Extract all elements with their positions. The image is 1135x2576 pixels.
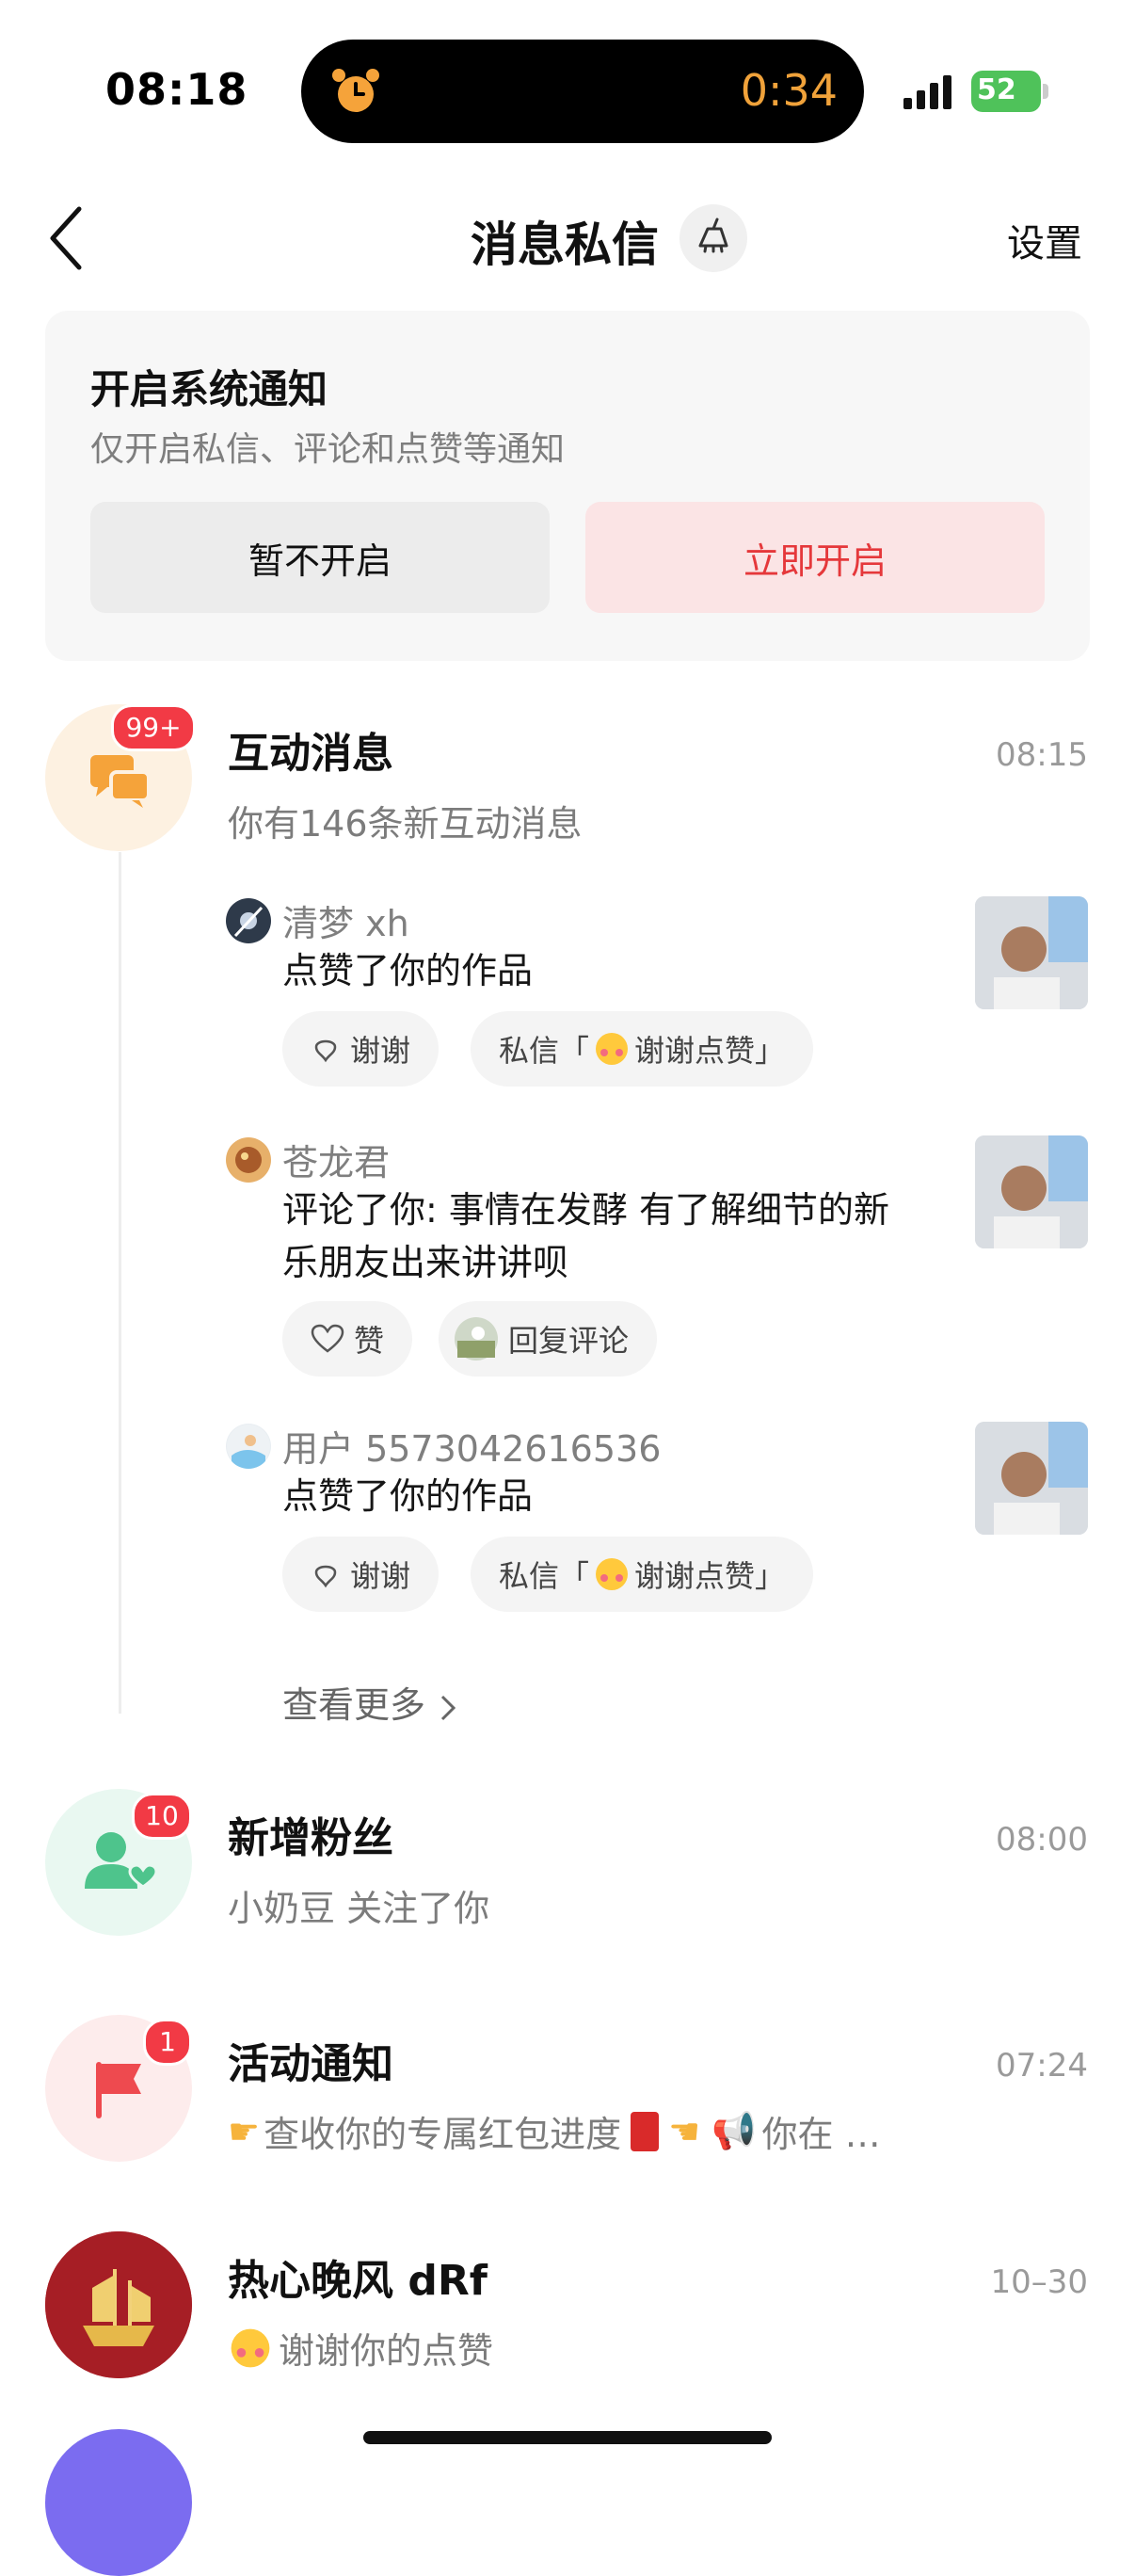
page-title: 消息私信 [471,217,659,272]
new-fans-title: 新增粉丝 [228,1814,393,1862]
timer-readout: 0:34 [740,65,838,116]
blush-emoji-icon [596,1033,629,1065]
user-name[interactable]: 苍龙君 [282,1134,390,1185]
back-arrow-icon[interactable] [47,205,85,271]
user-name[interactable]: 清梦 xh [282,894,409,946]
view-more-label: 查看更多 [282,1684,426,1726]
notification-card-subtitle: 仅开启私信、评论和点赞等通知 [90,430,566,469]
video-thumbnail[interactable] [975,896,1088,1009]
avatar-image-icon [233,906,264,938]
dm-thanks-button[interactable]: 私信「 谢谢点赞」 [471,1011,814,1087]
battery-cap [1043,84,1048,99]
video-thumbnail-image [975,896,1088,1009]
reply-avatar-icon [455,1317,498,1360]
dm-suffix: 谢谢点赞」 [634,1558,786,1594]
like-label: 赞 [354,1323,385,1359]
user-name[interactable]: 用户 5573042616536 [282,1420,661,1472]
status-time: 08:18 [105,64,248,115]
dm-prefix: 私信「 [499,1033,590,1069]
home-indicator[interactable] [363,2431,772,2444]
activity-time: 07:24 [996,2047,1088,2085]
blush-emoji-icon [596,1558,629,1590]
thanks-label: 谢谢 [350,1558,411,1594]
activity-badge: 1 [143,2019,192,2066]
activity-subtitle: ☛ 查收你的专属红包进度 ☚ 📢 你在 … [228,2105,990,2157]
reply-comment-button[interactable]: 回复评论 [439,1301,658,1377]
video-thumbnail-image [975,1135,1088,1248]
like-comment-button[interactable]: 赞 [282,1301,413,1377]
not-now-button[interactable]: 暂不开启 [90,502,550,613]
new-fans-subtitle: 小奶豆 关注了你 [228,1888,490,1929]
action-text: 点赞了你的作品 [282,1475,534,1517]
new-fans-badge: 10 [132,1793,192,1840]
avatar-image-icon [227,1425,270,1469]
activity-subtitle-text: 查收你的专属红包进度 [264,2114,622,2155]
red-envelope-icon [631,2111,660,2151]
cellular-signal-icon [903,75,951,109]
user-avatar[interactable] [226,898,271,943]
golden-ship-avatar-icon [45,2231,192,2378]
settings-link[interactable]: 设置 [1007,213,1082,267]
pointing-hand-icon: ☛ [228,2110,261,2152]
clear-unread-button[interactable] [679,204,747,272]
dynamic-island[interactable]: 0:34 [301,40,864,143]
blush-emoji-icon [231,2328,270,2367]
action-text: 评论了你: 事情在发酵 有了解细节的新乐朋友出来讲讲呗 [282,1189,889,1283]
chat-time: 10–30 [990,2263,1088,2301]
dm-suffix: 谢谢点赞」 [634,1033,786,1069]
new-fans-time: 08:00 [996,1821,1088,1859]
pointing-hand-left-icon: ☚ [668,2110,701,2152]
notification-card-title: 开启系统通知 [90,366,328,412]
next-chat-avatar[interactable] [45,2429,192,2576]
battery-icon: 52 [971,71,1041,112]
handshake-icon [314,1565,337,1588]
user-avatar[interactable] [226,1137,271,1183]
interaction-subtitle: 你有146条新互动消息 [228,803,583,845]
avatar-image-icon [235,1147,262,1173]
dm-thanks-button[interactable]: 私信「 谢谢点赞」 [471,1537,814,1612]
thanks-button[interactable]: 谢谢 [282,1537,440,1612]
broom-icon [698,217,728,253]
handshake-icon [314,1039,337,1063]
megaphone-icon: 📢 [711,2110,757,2151]
user-avatar[interactable] [226,1424,271,1469]
chat-subtitle-text: 谢谢你的点赞 [279,2330,494,2372]
battery-level: 52 [977,73,1016,106]
chat-avatar[interactable] [45,2231,192,2378]
heart-icon [311,1324,344,1353]
view-more-link[interactable]: 查看更多 [282,1676,459,1728]
action-text: 点赞了你的作品 [282,950,534,991]
alarm-clock-icon [332,69,379,112]
activity-subtitle-tail: 你在 … [761,2114,881,2155]
video-thumbnail[interactable] [975,1135,1088,1248]
video-thumbnail[interactable] [975,1422,1088,1535]
interaction-time: 08:15 [996,736,1088,774]
reply-label: 回复评论 [508,1323,630,1359]
video-thumbnail-image [975,1422,1088,1535]
enable-now-button[interactable]: 立即开启 [585,502,1045,613]
activity-title: 活动通知 [228,2040,393,2088]
dm-prefix: 私信「 [499,1558,590,1594]
interaction-unread-badge: 99+ [111,704,196,751]
chat-title: 热心晚风 dRf [228,2257,488,2305]
thanks-label: 谢谢 [350,1033,411,1069]
thanks-button[interactable]: 谢谢 [282,1011,440,1087]
chat-subtitle: 谢谢你的点赞 [228,2322,493,2374]
interaction-title: 互动消息 [228,730,393,778]
chevron-right-icon [441,1695,456,1720]
system-notification-card: 开启系统通知 仅开启私信、评论和点赞等通知 暂不开启 立即开启 [45,311,1090,661]
thread-connector [119,852,121,1714]
